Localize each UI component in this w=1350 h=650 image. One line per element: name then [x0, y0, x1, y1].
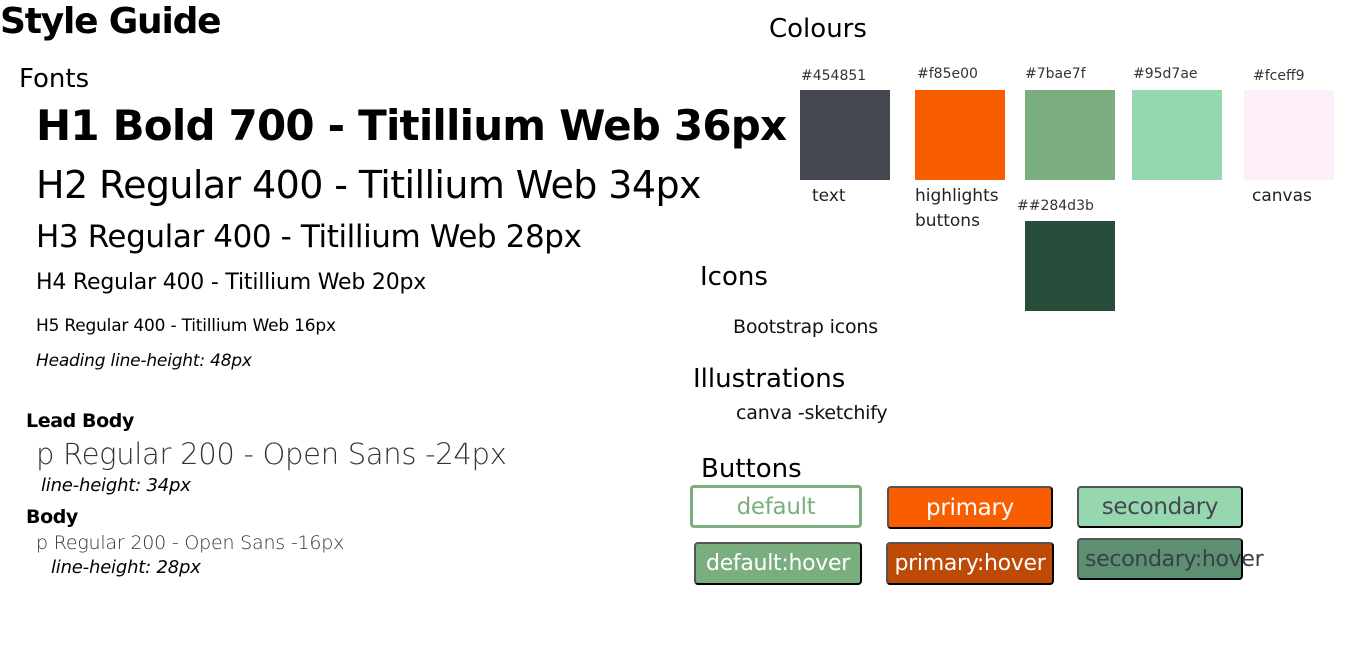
swatch-caption-highlights: highlights buttons [915, 186, 999, 231]
hex-label-7bae7f: #7bae7f [1025, 66, 1086, 82]
body-sample: p Regular 200 - Open Sans -16px [36, 532, 345, 554]
primary-button[interactable]: primary [887, 486, 1053, 529]
heading-line-height-note: Heading line-height: 48px [36, 351, 252, 371]
h4-sample: H4 Regular 400 - Titillium Web 20px [36, 270, 427, 295]
secondary-hover-button[interactable]: secondary:hover [1077, 538, 1264, 580]
h1-sample: H1 Bold 700 - Titillium Web 36px [36, 101, 787, 150]
buttons-heading: Buttons [701, 454, 802, 484]
swatch-454851 [800, 90, 890, 180]
h2-sample: H2 Regular 400 - Titillium Web 34px [36, 163, 701, 207]
default-hover-button[interactable]: default:hover [694, 542, 862, 585]
illustrations-source: canva -sketchify [736, 402, 888, 424]
illustrations-heading: Illustrations [693, 364, 846, 394]
secondary-button[interactable]: secondary [1077, 486, 1243, 528]
colours-heading: Colours [769, 14, 867, 44]
fonts-heading: Fonts [19, 64, 90, 94]
swatch-95d7ae [1132, 90, 1222, 180]
h5-sample: H5 Regular 400 - Titillium Web 16px [36, 316, 336, 336]
hex-label-f85e00: #f85e00 [917, 66, 978, 82]
hex-label-454851: #454851 [801, 68, 867, 84]
primary-hover-button[interactable]: primary:hover [886, 542, 1054, 585]
lead-body-sample: p Regular 200 - Open Sans -24px [36, 437, 507, 471]
lead-body-label: Lead Body [26, 410, 134, 432]
swatch-f85e00 [915, 90, 1005, 180]
swatch-caption-text: text [812, 186, 846, 206]
swatch-caption-canvas: canvas [1252, 186, 1312, 206]
h3-sample: H3 Regular 400 - Titillium Web 28px [36, 219, 582, 255]
swatch-7bae7f [1025, 90, 1115, 180]
swatch-284d3b [1025, 221, 1115, 311]
hex-label-95d7ae: #95d7ae [1133, 66, 1198, 82]
default-button[interactable]: default [690, 485, 862, 528]
hex-label-284d3b: ##284d3b [1017, 198, 1094, 214]
icons-heading: Icons [700, 262, 768, 292]
page-title: Style Guide [0, 1, 222, 42]
lead-body-line-height: line-height: 34px [41, 475, 191, 496]
body-line-height: line-height: 28px [51, 557, 201, 578]
icons-library: Bootstrap icons [733, 316, 878, 338]
swatch-fceff9 [1244, 90, 1334, 180]
hex-label-fceff9: #fceff9 [1253, 68, 1305, 84]
body-label: Body [26, 506, 78, 528]
